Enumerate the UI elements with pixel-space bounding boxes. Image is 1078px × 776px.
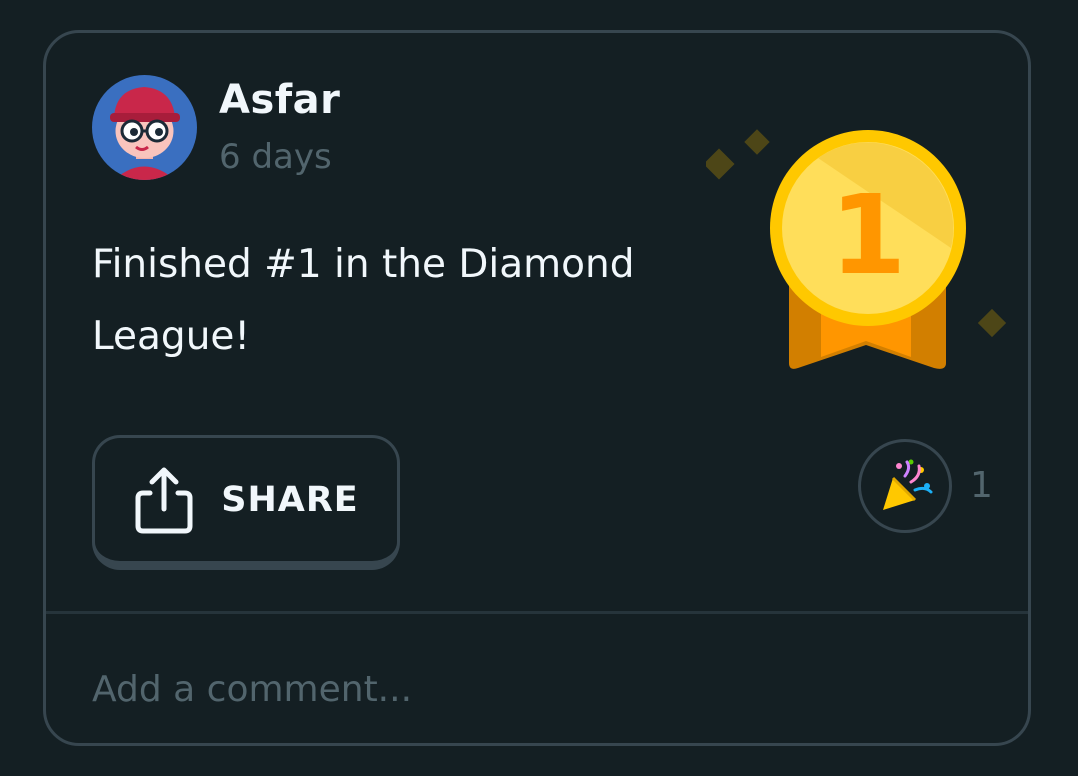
feed-card: Asfar 6 days Finished #1 in the Diamond …: [43, 30, 1031, 746]
reaction-count: 1: [970, 465, 993, 506]
share-button[interactable]: SHARE: [92, 435, 400, 570]
divider: [46, 611, 1028, 614]
share-label: SHARE: [221, 479, 359, 520]
medal-rank-text: 1: [830, 171, 907, 299]
gold-medal-icon: 1: [703, 113, 1016, 393]
reaction-button[interactable]: [858, 439, 952, 533]
avatar[interactable]: [92, 75, 197, 180]
comment-input[interactable]: [92, 661, 972, 717]
username[interactable]: Asfar: [219, 77, 340, 123]
post-message: Finished #1 in the Diamond League!: [92, 242, 635, 359]
post-timestamp: 6 days: [219, 137, 332, 177]
user-avatar-icon: [92, 75, 197, 180]
share-icon: [135, 467, 193, 533]
party-popper-icon: [883, 459, 933, 510]
